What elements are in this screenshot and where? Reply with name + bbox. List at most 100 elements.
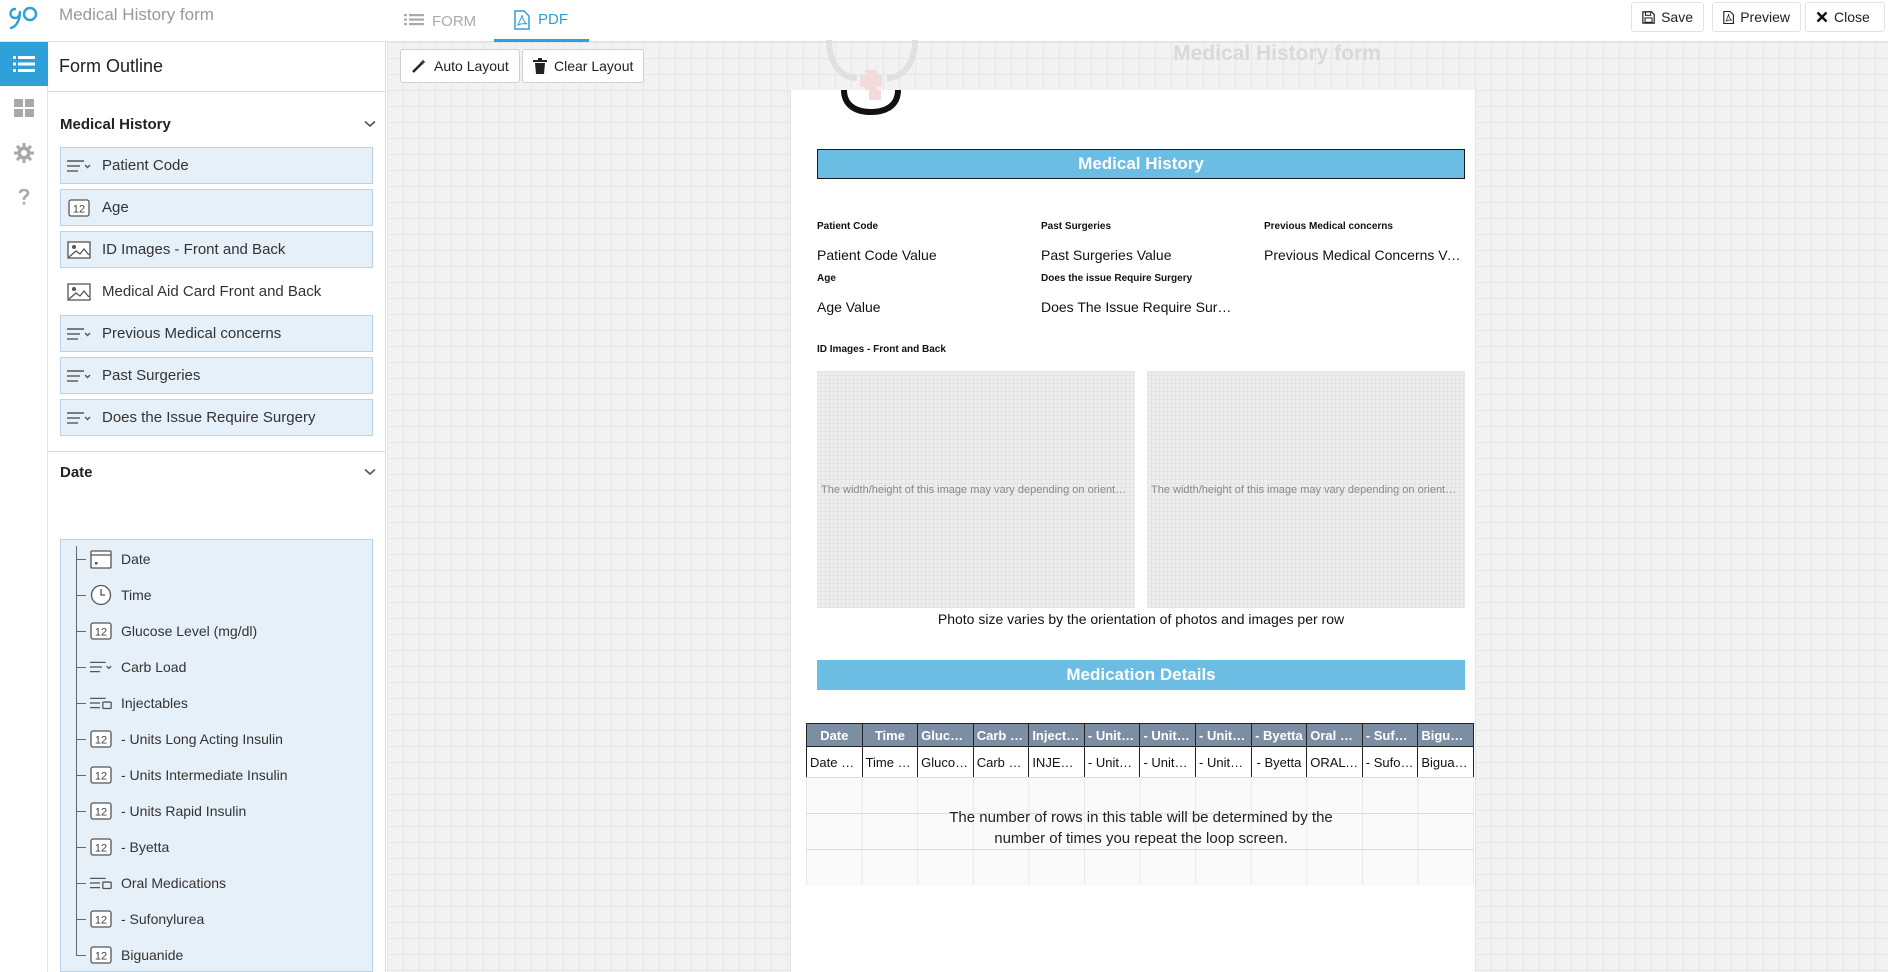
table-cell[interactable]: - Units Long Acting Insulin xyxy=(1083,746,1141,778)
column-header[interactable]: - Byetta xyxy=(1250,723,1308,747)
preview-button-label: Preview xyxy=(1740,9,1790,25)
number-icon: 12 xyxy=(89,908,113,930)
outline-item-label: Does the Issue Require Surgery xyxy=(102,409,316,426)
field-value-age[interactable]: Age Value xyxy=(817,299,1022,315)
outline-item-medical-aid-card[interactable]: Medical Aid Card Front and Back xyxy=(60,273,373,310)
column-header[interactable]: - Units Long Acting Insulin xyxy=(1083,723,1141,747)
section-medical-history[interactable]: Medical History xyxy=(60,112,376,136)
save-button[interactable]: Save xyxy=(1631,2,1704,32)
stethoscope-logo-icon xyxy=(841,90,901,116)
table-cell[interactable]: - Units Intermediate Insulin xyxy=(1139,746,1197,778)
table-cell[interactable]: - Units Rapid Insulin xyxy=(1195,746,1252,778)
chevron-down-icon[interactable] xyxy=(364,468,376,476)
table-cell[interactable]: Biguanide xyxy=(1417,746,1474,778)
section-date[interactable]: Date xyxy=(60,460,376,484)
outline-item-time[interactable]: Time xyxy=(76,577,366,613)
table-cell[interactable]: ORAL MEDICATIONS xyxy=(1306,746,1363,778)
auto-layout-button[interactable]: Auto Layout xyxy=(400,49,520,83)
outline-item-patient-code[interactable]: Patient Code xyxy=(60,147,373,184)
field-value-previous-medical-concerns[interactable]: Previous Medical Concerns Value xyxy=(1264,247,1464,263)
field-label-age: Age xyxy=(817,273,836,284)
outline-item-label: ID Images - Front and Back xyxy=(102,241,286,258)
outline-title: Form Outline xyxy=(48,42,385,92)
chevron-down-icon[interactable] xyxy=(364,120,376,128)
section-title: Medical History xyxy=(60,115,171,133)
outline-item-glucose-level[interactable]: 12 Glucose Level (mg/dl) xyxy=(76,613,366,649)
table-header-row: Date Time Glucose Level (mg/dl) Carb Loa… xyxy=(806,723,1474,747)
field-label-require-surgery: Does the issue Require Surgery xyxy=(1041,273,1193,284)
pdf-page[interactable]: Medical History Patient Code Patient Cod… xyxy=(790,90,1476,972)
rail-help-button[interactable] xyxy=(0,175,48,219)
outline-item-age[interactable]: 12 Age xyxy=(60,189,373,226)
column-header[interactable]: Injectables xyxy=(1028,723,1085,747)
pdf-file-icon xyxy=(1723,10,1734,24)
column-header[interactable]: Date xyxy=(806,723,863,747)
outline-item-units-long-acting[interactable]: 12 - Units Long Acting Insulin xyxy=(76,721,366,757)
outline-item-require-surgery[interactable]: Does the Issue Require Surgery xyxy=(60,399,373,436)
app-logo-icon[interactable] xyxy=(6,3,40,33)
outline-item-oral-medications[interactable]: Oral Medications xyxy=(76,865,366,901)
tab-pdf-label: PDF xyxy=(538,11,568,28)
outline-item-injectables[interactable]: Injectables xyxy=(76,685,366,721)
outline-item-label: Carb Load xyxy=(121,659,187,675)
outline-item-units-intermediate[interactable]: 12 - Units Intermediate Insulin xyxy=(76,757,366,793)
outline-item-byetta[interactable]: 12 - Byetta xyxy=(76,829,366,865)
outline-item-sufonylurea[interactable]: 12 - Sufonylurea xyxy=(76,901,366,937)
section-banner-medication-details[interactable]: Medication Details xyxy=(817,660,1465,690)
list-icon xyxy=(404,14,424,26)
close-icon xyxy=(1816,11,1828,23)
repeat-group-date[interactable]: Date Time 12 Glucose Level (mg/dl) Carb … xyxy=(60,539,373,972)
document-title-watermark: Medical History form xyxy=(1173,42,1381,65)
table-cell[interactable]: Carb Load Value xyxy=(972,746,1030,778)
preview-button[interactable]: Preview xyxy=(1712,2,1801,32)
outline-item-carb-load[interactable]: Carb Load xyxy=(76,649,366,685)
outline-item-label: Time xyxy=(121,587,152,603)
outline-item-label: Glucose Level (mg/dl) xyxy=(121,623,258,639)
column-header[interactable]: Carb Load xyxy=(972,723,1030,747)
table-cell[interactable]: - Sufonylurea xyxy=(1361,746,1419,778)
table-cell[interactable]: Time Value xyxy=(861,746,919,778)
dropdown-text-icon xyxy=(89,656,113,678)
outline-item-id-images[interactable]: ID Images - Front and Back xyxy=(60,231,373,268)
column-header[interactable]: Oral Medications xyxy=(1306,723,1363,747)
column-header[interactable]: - Units Rapid Insulin xyxy=(1195,723,1252,747)
outline-item-biguanide[interactable]: 12 Biguanide xyxy=(76,937,366,972)
svg-text:12: 12 xyxy=(95,771,107,783)
tab-pdf[interactable]: PDF xyxy=(494,0,589,42)
help-icon xyxy=(18,188,30,205)
outline-item-previous-medical-concerns[interactable]: Previous Medical concerns xyxy=(60,315,373,352)
outline-item-date[interactable]: Date xyxy=(76,541,366,577)
image-placeholder-back[interactable]: The width/height of this image may vary … xyxy=(1147,371,1465,608)
outline-item-label: - Units Intermediate Insulin xyxy=(121,767,288,783)
number-icon: 12 xyxy=(89,620,113,642)
close-button[interactable]: Close xyxy=(1805,2,1885,32)
column-header[interactable]: - Units Intermediate Insulin xyxy=(1139,723,1197,747)
field-value-past-surgeries[interactable]: Past Surgeries Value xyxy=(1041,247,1246,263)
column-header[interactable]: Time xyxy=(861,723,919,747)
pdf-layout-canvas[interactable]: Auto Layout Clear Layout Medical History… xyxy=(387,40,1888,972)
column-header[interactable]: Biguanide xyxy=(1417,723,1474,747)
column-header[interactable]: Glucose Level (mg/dl) xyxy=(917,723,974,747)
medication-table[interactable]: Date Time Glucose Level (mg/dl) Carb Loa… xyxy=(806,723,1474,778)
checklist-icon xyxy=(89,872,113,894)
outline-item-label: - Byetta xyxy=(121,839,170,855)
number-icon: 12 xyxy=(89,800,113,822)
tab-form[interactable]: FORM xyxy=(384,0,496,42)
rail-layout-button[interactable] xyxy=(0,86,48,130)
outline-item-units-rapid[interactable]: 12 - Units Rapid Insulin xyxy=(76,793,366,829)
column-header[interactable]: - Sufonylurea xyxy=(1361,723,1419,747)
field-value-require-surgery[interactable]: Does The Issue Require Surgery Value xyxy=(1041,299,1233,315)
outline-item-past-surgeries[interactable]: Past Surgeries xyxy=(60,357,373,394)
table-cell[interactable]: - Byetta xyxy=(1250,746,1308,778)
clear-layout-button[interactable]: Clear Layout xyxy=(522,49,645,83)
table-cell[interactable]: INJECTABLES xyxy=(1028,746,1085,778)
rail-settings-button[interactable] xyxy=(0,131,48,175)
section-banner-medical-history[interactable]: Medical History xyxy=(817,149,1465,179)
field-value-patient-code[interactable]: Patient Code Value xyxy=(817,247,1022,263)
rail-outline-button[interactable] xyxy=(0,42,48,86)
outline-item-label: Medical Aid Card Front and Back xyxy=(102,283,322,300)
table-cell[interactable]: Date Value xyxy=(806,746,863,778)
table-cell[interactable]: Glucose Level Value xyxy=(917,746,974,778)
image-placeholder-front[interactable]: The width/height of this image may vary … xyxy=(817,371,1135,608)
table-row: Date Value Time Value Glucose Level Valu… xyxy=(806,746,1474,778)
